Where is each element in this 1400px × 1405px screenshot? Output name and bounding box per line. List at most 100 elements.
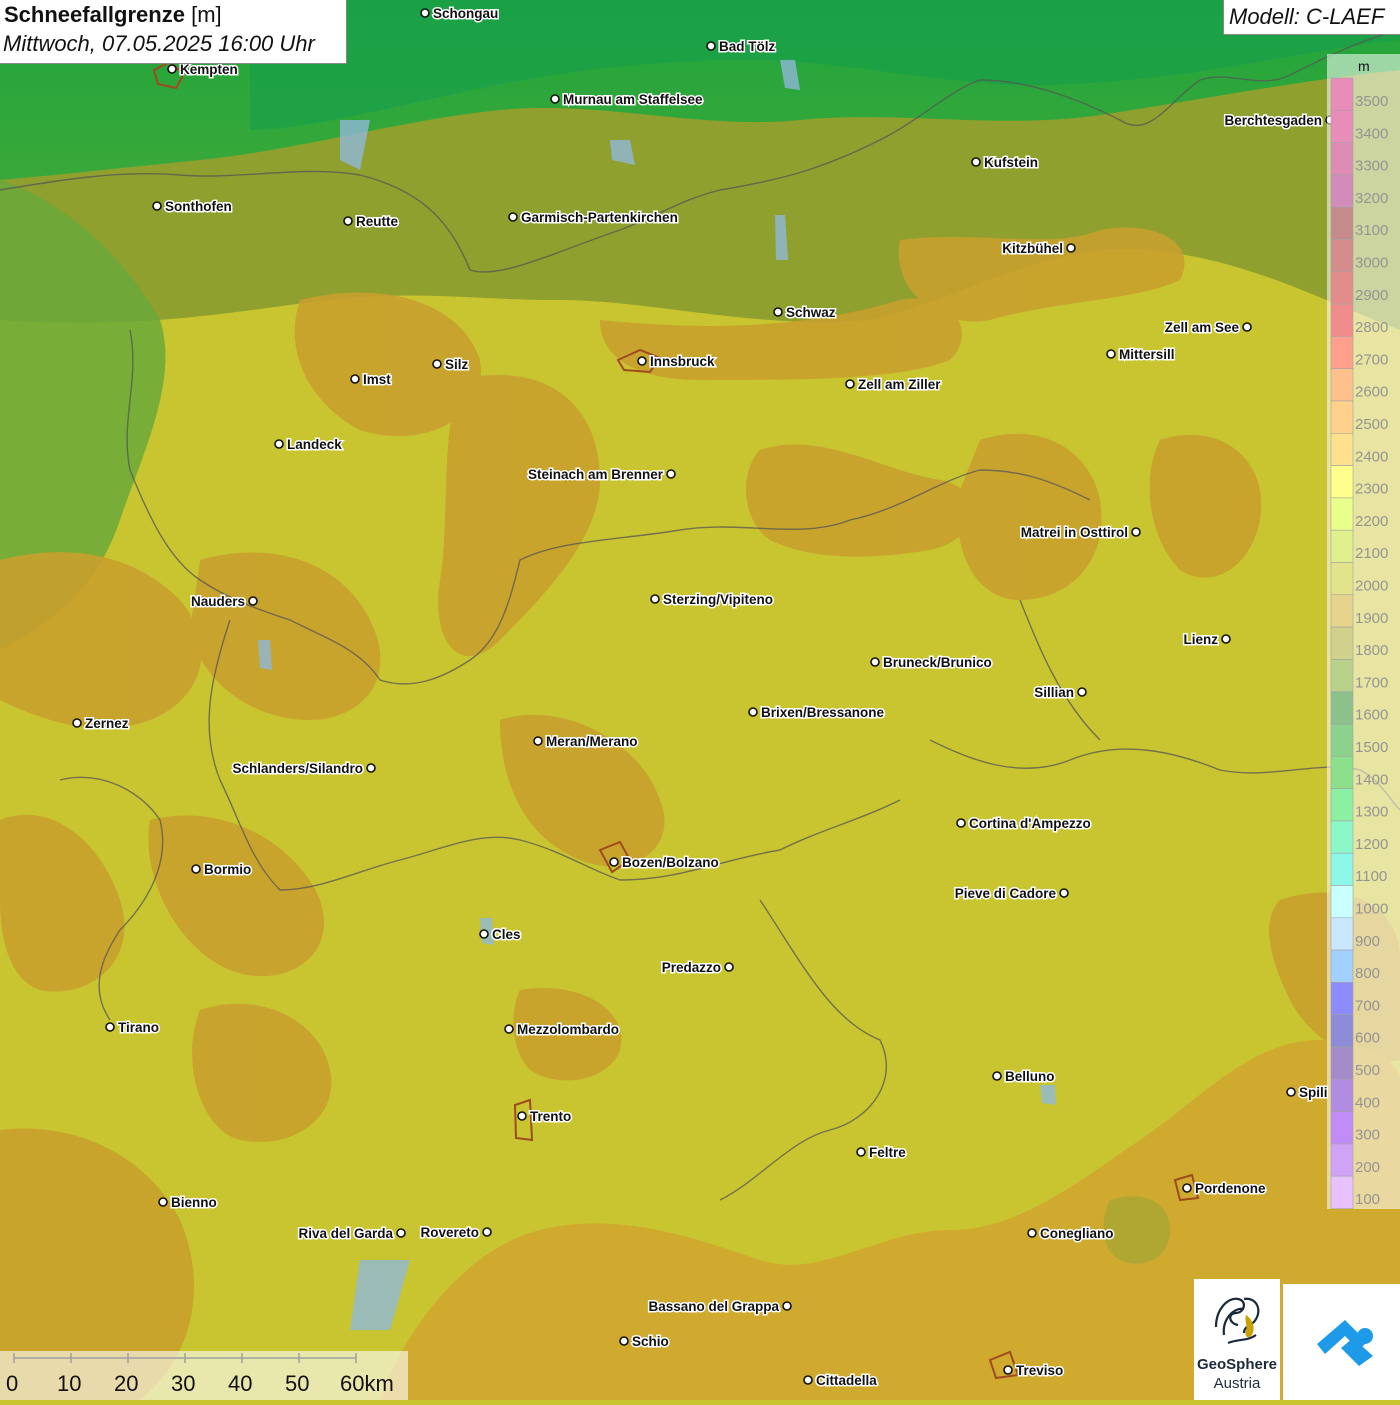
city-label: Brixen/Bressanone	[761, 705, 885, 720]
city-label: Rovereto	[420, 1225, 479, 1240]
city-label: Predazzo	[662, 960, 721, 975]
city-dot-icon	[637, 356, 647, 366]
city-dot-icon	[724, 962, 734, 972]
city-sterzing-vipiteno[interactable]: Sterzing/Vipiteno	[650, 591, 775, 609]
city-label: Imst	[363, 372, 391, 387]
city-dot-icon	[1003, 1365, 1013, 1375]
city-label: Lienz	[1183, 632, 1218, 647]
city-mezzolombardo[interactable]: Mezzolombardo	[504, 1021, 621, 1039]
city-label: Berchtesgaden	[1224, 113, 1322, 128]
map-title-box: Schneefallgrenze [m] Mittwoch, 07.05.202…	[0, 0, 347, 64]
city-dot-icon	[782, 1301, 792, 1311]
city-dot-icon	[870, 657, 880, 667]
city-dot-icon	[482, 1227, 492, 1237]
city-murnau-am-staffelsee[interactable]: Murnau am Staffelsee	[550, 91, 705, 109]
city-dot-icon	[1182, 1183, 1192, 1193]
city-dot-icon	[167, 64, 177, 74]
city-label: Trento	[530, 1109, 571, 1124]
city-label: Spili	[1299, 1085, 1328, 1100]
city-dot-icon	[748, 707, 758, 717]
app-arrow-icon	[1317, 1320, 1373, 1366]
map-title-unit: [m]	[191, 2, 222, 27]
city-dot-icon	[517, 1111, 527, 1121]
city-label: Belluno	[1005, 1069, 1055, 1084]
city-dot-icon	[1077, 687, 1087, 697]
city-cortina-d-ampezzo[interactable]: Cortina d'Ampezzo	[956, 815, 1092, 833]
city-label: Kitzbühel	[1002, 241, 1063, 256]
city-dot-icon	[650, 594, 660, 604]
city-label: Riva del Garda	[298, 1226, 393, 1241]
geosphere-logo-text: GeoSphere	[1196, 1356, 1278, 1373]
city-riva-del-garda[interactable]: Riva del Garda	[297, 1225, 406, 1243]
city-dot-icon	[1221, 634, 1231, 644]
city-label: Pordenone	[1195, 1181, 1266, 1196]
city-label: Silz	[445, 357, 469, 372]
city-label: Pieve di Cadore	[955, 886, 1057, 901]
city-label: Zernez	[85, 716, 129, 731]
scale-label-30: 30	[171, 1371, 196, 1396]
city-dot-icon	[619, 1336, 629, 1346]
city-label: Landeck	[287, 437, 342, 452]
city-dot-icon	[158, 1197, 168, 1207]
legend-unit: m	[1358, 58, 1370, 74]
city-label: Bozen/Bolzano	[622, 855, 719, 870]
city-dot-icon	[105, 1022, 115, 1032]
city-schongau[interactable]: Schongau	[420, 5, 500, 23]
scale-label-20: 20	[114, 1371, 139, 1396]
city-bruneck-brunico[interactable]: Bruneck/Brunico	[870, 654, 993, 672]
city-brixen-bressanone[interactable]: Brixen/Bressanone	[748, 704, 886, 722]
city-bassano-del-grappa[interactable]: Bassano del Grappa	[647, 1298, 792, 1316]
legend-panel: m	[1327, 54, 1400, 1209]
map-title: Schneefallgrenze [m]	[4, 2, 222, 27]
city-label: Schongau	[433, 6, 498, 21]
model-label: Modell: C-LAEF	[1229, 4, 1385, 29]
city-dot-icon	[533, 736, 543, 746]
city-label: Conegliano	[1040, 1226, 1114, 1241]
city-zell-am-see[interactable]: Zell am See	[1163, 319, 1252, 337]
snowline-map[interactable]: Schongau Bad Tölz Kempten Murnau am Staffel…	[0, 0, 1400, 1400]
city-label: Matrei in Osttirol	[1021, 525, 1128, 540]
city-label: Sterzing/Vipiteno	[663, 592, 773, 607]
city-dot-icon	[1242, 322, 1252, 332]
city-steinach-am-brenner[interactable]: Steinach am Brenner	[526, 466, 676, 484]
geosphere-logo[interactable]: GeoSphere Austria	[1194, 1279, 1280, 1400]
city-label: Garmisch-Partenkirchen	[521, 210, 678, 225]
city-dot-icon	[803, 1375, 813, 1385]
city-innsbruck[interactable]: Innsbruck	[637, 353, 717, 371]
city-berchtesgaden[interactable]: Berchtesgaden	[1223, 112, 1335, 130]
city-schlanders-silandro[interactable]: Schlanders/Silandro	[231, 760, 376, 778]
city-label: Murnau am Staffelsee	[563, 92, 703, 107]
city-garmisch-partenkirchen[interactable]: Garmisch-Partenkirchen	[508, 209, 679, 227]
city-label: Schlanders/Silandro	[232, 761, 363, 776]
city-dot-icon	[1106, 349, 1116, 359]
city-dot-icon	[1286, 1087, 1296, 1097]
city-label: Kempten	[180, 62, 238, 77]
city-label: Tirano	[118, 1020, 159, 1035]
city-label: Zell am Ziller	[858, 377, 941, 392]
geosphere-logo-subtext: Austria	[1213, 1375, 1261, 1392]
city-dot-icon	[706, 41, 716, 51]
city-label: Feltre	[869, 1145, 906, 1160]
city-zell-am-ziller[interactable]: Zell am Ziller	[845, 376, 943, 394]
city-label: Kufstein	[984, 155, 1038, 170]
city-label: Cles	[492, 927, 521, 942]
city-label: Innsbruck	[650, 354, 715, 369]
city-sonthofen[interactable]: Sonthofen	[152, 198, 233, 216]
scale-label-0: 0	[6, 1371, 19, 1396]
city-dot-icon	[845, 379, 855, 389]
city-label: Sillian	[1034, 685, 1074, 700]
city-dot-icon	[1066, 243, 1076, 253]
city-matrei-in-osttirol[interactable]: Matrei in Osttirol	[1019, 524, 1141, 542]
city-bozen-bolzano[interactable]: Bozen/Bolzano	[609, 854, 720, 872]
city-label: Reutte	[356, 214, 398, 229]
city-meran-merano[interactable]: Meran/Merano	[533, 733, 639, 751]
warn-app-logo[interactable]	[1283, 1284, 1400, 1400]
city-label: Steinach am Brenner	[528, 467, 664, 482]
city-conegliano[interactable]: Conegliano	[1027, 1225, 1115, 1243]
map-datetime: Mittwoch, 07.05.2025 16:00 Uhr	[3, 31, 315, 56]
city-dot-icon	[72, 718, 82, 728]
city-pordenone[interactable]: Pordenone	[1182, 1180, 1267, 1198]
city-pieve-di-cadore[interactable]: Pieve di Cadore	[953, 885, 1069, 903]
city-dot-icon	[432, 359, 442, 369]
city-dot-icon	[1027, 1228, 1037, 1238]
